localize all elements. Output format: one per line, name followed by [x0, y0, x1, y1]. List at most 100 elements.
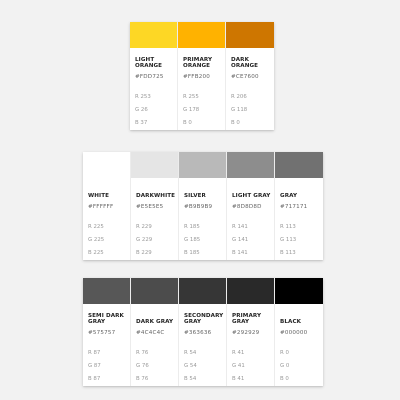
swatch-color [130, 22, 177, 48]
swatch-card: DARKWHITE #E5E5E5 R 229 G 229 B 229 [131, 152, 179, 260]
swatch-hex: #717171 [280, 204, 308, 210]
swatch-hex: #292929 [232, 330, 260, 336]
swatch-name: DARK ORANGE [231, 57, 259, 69]
swatch-b-value: B 225 [88, 250, 104, 256]
swatch-rgb: R 225 G 225 B 225 [88, 221, 130, 260]
swatch-r-value: R 113 [280, 224, 296, 230]
swatch-b-value: B 0 [183, 120, 192, 126]
swatch-name: LIGHT ORANGE [135, 57, 163, 69]
swatch-b-value: B 0 [231, 120, 240, 126]
swatch-g-value: G 0 [280, 363, 290, 369]
swatch-name: SECONDARY GRAY [184, 313, 224, 325]
swatch-name: LIGHT GRAY [232, 193, 271, 199]
swatch-hex: #4C4C4C [136, 330, 165, 336]
swatch-b-value: B 54 [184, 376, 197, 382]
swatch-g-value: G 178 [183, 107, 200, 113]
swatch-r-value: R 141 [232, 224, 248, 230]
swatch-color [179, 152, 226, 178]
swatch-name: SEMI DARK GRAY [88, 313, 124, 325]
swatch-g-value: G 26 [135, 107, 148, 113]
swatch-b-value: B 229 [136, 250, 152, 256]
swatch-color [275, 278, 323, 304]
swatch-rgb: R 229 G 229 B 229 [136, 221, 178, 260]
swatch-g-value: G 87 [88, 363, 101, 369]
swatch-card: SILVER #B9B9B9 R 185 G 185 B 185 [179, 152, 227, 260]
swatch-r-value: R 0 [280, 350, 289, 356]
swatch-g-value: G 118 [231, 107, 248, 113]
swatch-card: PRIMARY GRAY #292929 R 41 G 41 B 41 [227, 278, 275, 386]
swatch-hex: #E5E5E5 [136, 204, 164, 210]
swatch-r-value: R 229 [136, 224, 152, 230]
swatch-g-value: G 54 [184, 363, 197, 369]
swatch-color [83, 152, 130, 178]
swatch-g-value: G 41 [232, 363, 245, 369]
swatch-color [227, 152, 274, 178]
swatch-name: PRIMARY GRAY [232, 313, 262, 325]
palette-light-grays: WHITE #FFFFFF R 225 G 225 B 225 DARKWHITE #E5E… [83, 152, 323, 260]
swatch-hex: #8D8D8D [232, 204, 262, 210]
swatch-color [131, 152, 178, 178]
swatch-rgb: R 253 G 26 B 37 [135, 91, 177, 130]
swatch-name: GRAY [280, 193, 298, 199]
swatch-rgb: R 54 G 54 B 54 [184, 347, 226, 386]
swatch-r-value: R 253 [135, 94, 151, 100]
swatch-card: DARK GRAY #4C4C4C R 76 G 76 B 76 [131, 278, 179, 386]
swatch-b-value: B 0 [280, 376, 289, 382]
swatch-rgb: R 141 G 141 B 141 [232, 221, 274, 260]
swatch-name: SILVER [184, 193, 206, 199]
swatch-r-value: R 206 [231, 94, 247, 100]
swatch-card: DARK ORANGE #CE7600 R 206 G 118 B 0 [226, 22, 274, 130]
swatch-color [275, 152, 323, 178]
swatch-card: LIGHT ORANGE #FDD725 R 253 G 26 B 37 [130, 22, 178, 130]
swatch-color [83, 278, 130, 304]
swatch-color [226, 22, 274, 48]
swatch-name: WHITE [88, 193, 110, 199]
swatch-hex: #B9B9B9 [184, 204, 213, 210]
swatch-card: WHITE #FFFFFF R 225 G 225 B 225 [83, 152, 131, 260]
swatch-g-value: G 76 [136, 363, 149, 369]
swatch-r-value: R 54 [184, 350, 197, 356]
swatch-rgb: R 113 G 113 B 113 [280, 221, 323, 260]
palette-oranges: LIGHT ORANGE #FDD725 R 253 G 26 B 37 PRIMARY … [130, 22, 274, 130]
swatch-rgb: R 41 G 41 B 41 [232, 347, 274, 386]
swatch-card: PRIMARY ORANGE #FFB200 R 255 G 178 B 0 [178, 22, 226, 130]
swatch-b-value: B 41 [232, 376, 245, 382]
swatch-b-value: B 113 [280, 250, 296, 256]
swatch-g-value: G 225 [88, 237, 105, 243]
swatch-hex: #FDD725 [135, 74, 164, 80]
swatch-hex: #CE7600 [231, 74, 259, 80]
swatch-name: DARK GRAY [136, 319, 174, 325]
swatch-name: DARKWHITE [136, 193, 176, 199]
swatch-rgb: R 0 G 0 B 0 [280, 347, 323, 386]
swatch-card: SECONDARY GRAY #363636 R 54 G 54 B 54 [179, 278, 227, 386]
swatch-card: LIGHT GRAY #8D8D8D R 141 G 141 B 141 [227, 152, 275, 260]
swatch-color [227, 278, 274, 304]
swatch-rgb: R 255 G 178 B 0 [183, 91, 225, 130]
swatch-b-value: B 87 [88, 376, 101, 382]
swatch-g-value: G 229 [136, 237, 153, 243]
swatch-rgb: R 206 G 118 B 0 [231, 91, 274, 130]
swatch-g-value: G 113 [280, 237, 297, 243]
swatch-r-value: R 87 [88, 350, 101, 356]
swatch-hex: #FFFFFF [88, 204, 114, 210]
swatch-r-value: R 76 [136, 350, 149, 356]
swatch-rgb: R 87 G 87 B 87 [88, 347, 130, 386]
swatch-r-value: R 225 [88, 224, 104, 230]
swatch-rgb: R 185 G 185 B 185 [184, 221, 226, 260]
swatch-card: GRAY #717171 R 113 G 113 B 113 [275, 152, 323, 260]
swatch-b-value: B 185 [184, 250, 200, 256]
swatch-hex: #FFB200 [183, 74, 211, 80]
swatch-hex: #363636 [184, 330, 212, 336]
swatch-rgb: R 76 G 76 B 76 [136, 347, 178, 386]
swatch-name: BLACK [280, 319, 302, 325]
swatch-hex: #000000 [280, 330, 308, 336]
swatch-color [131, 278, 178, 304]
swatch-b-value: B 141 [232, 250, 248, 256]
swatch-color [178, 22, 225, 48]
swatch-r-value: R 185 [184, 224, 200, 230]
swatch-color [179, 278, 226, 304]
swatch-b-value: B 37 [135, 120, 148, 126]
swatch-r-value: R 255 [183, 94, 199, 100]
swatch-b-value: B 76 [136, 376, 149, 382]
swatch-hex: #575757 [88, 330, 116, 336]
